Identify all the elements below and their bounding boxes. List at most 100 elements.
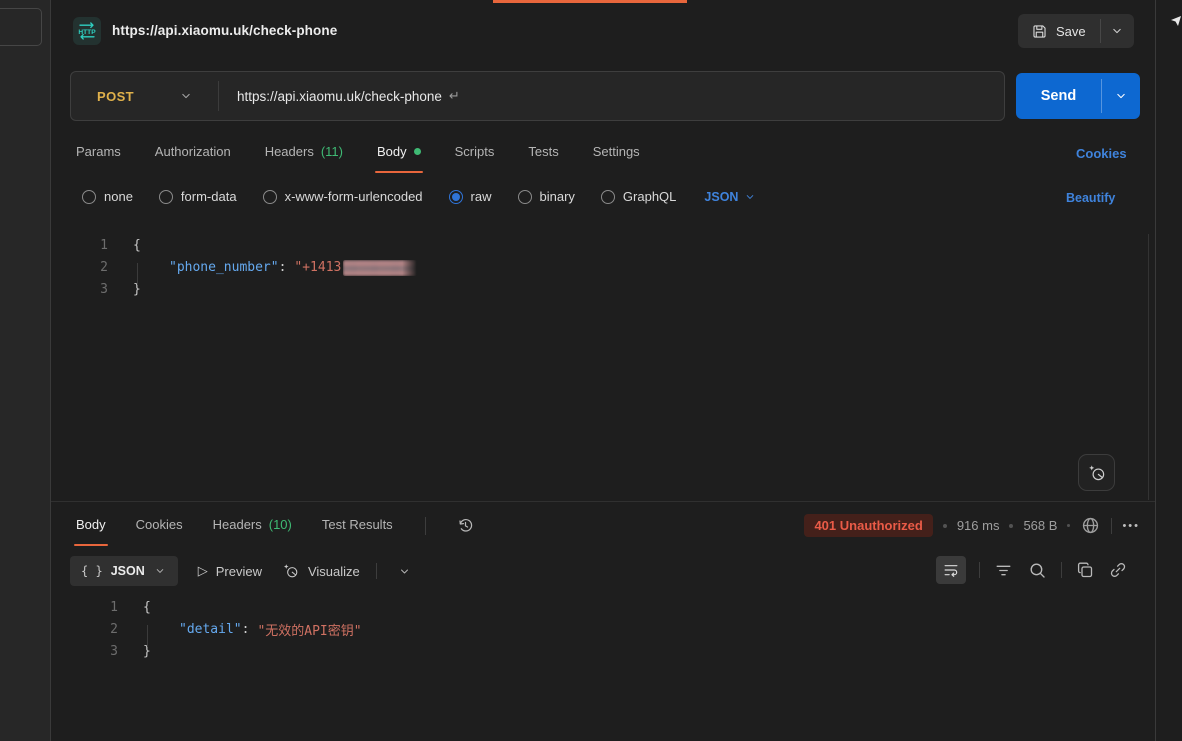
json-value: "+1413 bbox=[294, 260, 341, 275]
response-tools-right bbox=[936, 556, 1128, 584]
radio-raw-selected[interactable] bbox=[449, 190, 463, 204]
request-tab-bar: Params Authorization Headers (11) Body S… bbox=[76, 144, 640, 161]
cookies-link[interactable]: Cookies bbox=[1076, 146, 1127, 161]
response-toolbar: { } JSON ▷ Preview Visualize bbox=[70, 556, 412, 586]
tab-authorization[interactable]: Authorization bbox=[155, 144, 231, 161]
response-tab-cookies[interactable]: Cookies bbox=[136, 517, 183, 534]
line-number: 1 bbox=[63, 238, 108, 253]
code-line: 3 } bbox=[63, 279, 1148, 301]
url-input[interactable]: https://api.xiaomu.uk/check-phone bbox=[237, 89, 442, 104]
enter-key-hint: ↵ bbox=[449, 88, 460, 104]
mode-form-data[interactable]: form-data bbox=[159, 189, 237, 204]
radio-binary[interactable] bbox=[518, 190, 532, 204]
word-wrap-button[interactable] bbox=[936, 556, 966, 584]
code-line: 2 "phone_number":"+1413 bbox=[63, 256, 1148, 278]
save-icon bbox=[1031, 23, 1048, 40]
search-button[interactable] bbox=[1027, 560, 1048, 581]
save-button-label: Save bbox=[1056, 24, 1086, 39]
send-split-button[interactable]: Send bbox=[1016, 73, 1140, 119]
response-time[interactable]: 916 ms bbox=[957, 518, 1000, 533]
tab-tests[interactable]: Tests bbox=[528, 144, 558, 161]
cursor-arrow-icon bbox=[1170, 15, 1182, 27]
send-options-button[interactable] bbox=[1102, 73, 1140, 119]
save-button[interactable]: Save bbox=[1018, 14, 1100, 48]
filter-icon bbox=[993, 560, 1014, 581]
mode-none[interactable]: none bbox=[82, 189, 133, 204]
mode-graphql[interactable]: GraphQL bbox=[601, 189, 676, 204]
radio-form-data[interactable] bbox=[159, 190, 173, 204]
response-tab-headers[interactable]: Headers (10) bbox=[213, 517, 292, 534]
body-has-content-dot bbox=[414, 148, 421, 155]
separator-dot bbox=[1009, 524, 1013, 528]
response-size[interactable]: 568 B bbox=[1023, 518, 1057, 533]
response-tab-test-results[interactable]: Test Results bbox=[322, 517, 393, 534]
raw-language-select[interactable]: JSON bbox=[704, 190, 757, 204]
beautify-link[interactable]: Beautify bbox=[1066, 191, 1115, 205]
indent-guide bbox=[147, 625, 148, 647]
save-options-button[interactable] bbox=[1101, 14, 1134, 48]
json-key: "detail" bbox=[179, 622, 242, 637]
code-line: 1 { bbox=[63, 596, 1149, 618]
mode-x-www-form-urlencoded[interactable]: x-www-form-urlencoded bbox=[263, 189, 423, 204]
url-bar-divider bbox=[218, 81, 219, 111]
visualize-sparkle-icon bbox=[282, 562, 300, 580]
visualize-button[interactable]: Visualize bbox=[282, 562, 360, 580]
preview-button[interactable]: ▷ Preview bbox=[198, 563, 262, 579]
radio-x-www-form-urlencoded[interactable] bbox=[263, 190, 277, 204]
line-number: 2 bbox=[63, 622, 118, 637]
request-response-divider bbox=[51, 501, 1155, 502]
tab-body[interactable]: Body bbox=[377, 144, 421, 161]
line-number: 3 bbox=[63, 644, 118, 659]
response-status-cluster: 401 Unauthorized 916 ms 568 B ••• bbox=[756, 514, 1140, 537]
tab-settings[interactable]: Settings bbox=[593, 144, 640, 161]
code-line: 1 { bbox=[63, 234, 1148, 256]
radio-none[interactable] bbox=[82, 190, 96, 204]
filter-button[interactable] bbox=[993, 560, 1014, 581]
tab-headers[interactable]: Headers (11) bbox=[265, 144, 343, 161]
method-selector[interactable]: POST bbox=[71, 89, 134, 104]
toolbar-chevron-down-icon[interactable] bbox=[397, 564, 412, 579]
network-globe-icon[interactable] bbox=[1080, 515, 1101, 536]
headers-count-badge: (11) bbox=[321, 144, 343, 159]
tools-divider bbox=[1061, 562, 1062, 578]
save-split-button[interactable]: Save bbox=[1018, 14, 1134, 48]
response-headers-count-badge: (10) bbox=[269, 517, 292, 532]
postbot-ai-button[interactable] bbox=[1078, 454, 1115, 491]
line-number: 2 bbox=[63, 260, 108, 275]
json-value: "无效的API密钥" bbox=[257, 620, 361, 639]
separator-dot bbox=[943, 524, 947, 528]
response-history-icon[interactable] bbox=[456, 516, 475, 535]
more-options-button[interactable]: ••• bbox=[1122, 520, 1140, 532]
copy-button[interactable] bbox=[1075, 560, 1095, 580]
tab-params[interactable]: Params bbox=[76, 144, 121, 161]
response-tab-body[interactable]: Body bbox=[76, 517, 106, 534]
braces-icon: { } bbox=[81, 564, 103, 578]
radio-graphql[interactable] bbox=[601, 190, 615, 204]
copy-icon bbox=[1075, 560, 1095, 580]
response-tab-bar: Body Cookies Headers (10) Test Results bbox=[76, 516, 475, 535]
request-body-editor[interactable]: 1 { 2 "phone_number":"+1413 3 } bbox=[63, 234, 1149, 500]
status-divider bbox=[1111, 518, 1112, 534]
response-body-editor[interactable]: 1 { 2 "detail":"无效的API密钥" 3 } bbox=[63, 596, 1149, 696]
indent-guide bbox=[137, 263, 138, 285]
request-url-bar[interactable]: POST https://api.xiaomu.uk/check-phone ↵ bbox=[70, 71, 1005, 121]
search-icon bbox=[1027, 560, 1048, 581]
active-tab-underline bbox=[74, 544, 108, 546]
link-button[interactable] bbox=[1108, 560, 1128, 580]
active-tab-underline bbox=[375, 171, 423, 173]
tab-scripts[interactable]: Scripts bbox=[455, 144, 495, 161]
json-key: "phone_number" bbox=[169, 260, 279, 275]
method-chevron-down-icon[interactable] bbox=[178, 88, 194, 104]
svg-text:HTTP: HTTP bbox=[78, 29, 96, 36]
mode-raw[interactable]: raw bbox=[449, 189, 492, 204]
tools-divider bbox=[979, 562, 980, 578]
play-icon: ▷ bbox=[198, 563, 208, 579]
status-badge[interactable]: 401 Unauthorized bbox=[804, 514, 932, 537]
postbot-sparkle-icon bbox=[1087, 463, 1107, 483]
send-button[interactable]: Send bbox=[1016, 73, 1101, 119]
separator-dot bbox=[1067, 524, 1070, 527]
left-sidebar-rail bbox=[0, 0, 51, 741]
response-format-select[interactable]: { } JSON bbox=[70, 556, 178, 586]
redacted-phone-blur bbox=[343, 260, 417, 276]
mode-binary[interactable]: binary bbox=[518, 189, 575, 204]
